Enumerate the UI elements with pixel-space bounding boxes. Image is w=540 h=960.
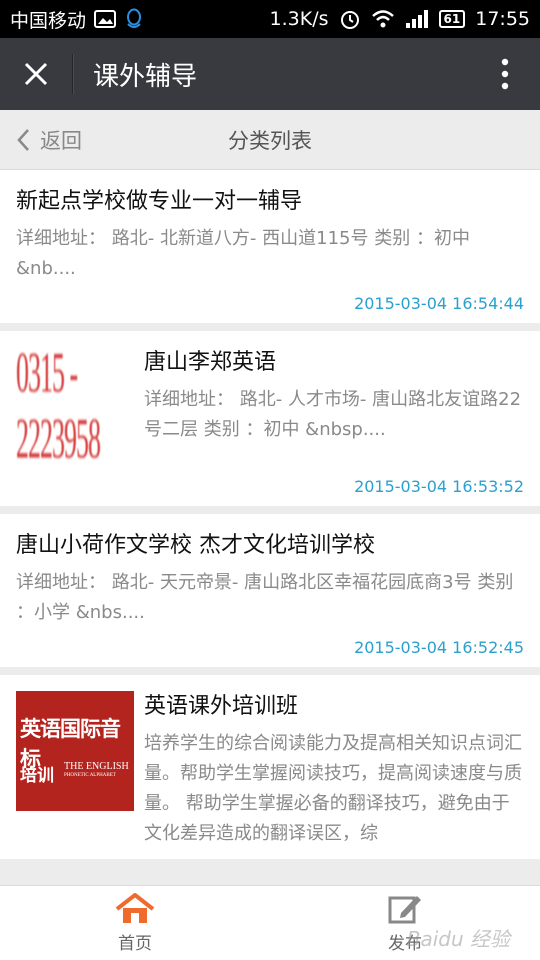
close-button[interactable]	[0, 38, 72, 110]
thumb-english-subtext: PHONETIC ALPHABET	[64, 773, 116, 778]
network-speed: 1.3K/s	[269, 8, 329, 30]
thumb-subheading: 培训	[20, 766, 54, 786]
chevron-left-icon	[17, 128, 29, 151]
item-title: 唐山小荷作文学校 杰才文化培训学校	[16, 533, 375, 558]
baidu-watermark: Baidu 经验	[406, 927, 510, 951]
clock: 17:55	[475, 8, 530, 30]
phone-number-image: 0315 - 2223958	[16, 341, 101, 471]
edit-icon	[388, 895, 421, 923]
thumb-english-text: THE ENGLISH	[64, 761, 129, 772]
home-icon	[115, 892, 155, 923]
status-bar: 中国移动 1.3K/s 61 17:55	[0, 0, 540, 38]
alarm-icon	[339, 8, 361, 30]
more-vertical-icon	[501, 58, 509, 90]
item-timestamp: 2015-03-04 16:52:45	[354, 638, 524, 657]
title-bar: 课外辅导	[0, 38, 540, 110]
sub-navigation: 返回 分类列表	[0, 110, 540, 170]
page-title: 课外辅导	[93, 61, 198, 92]
category-list[interactable]: 新起点学校做专业一对一辅导 详细地址： 路北- 北新道八方- 西山道115号 类…	[0, 170, 540, 886]
english-phonetics-image: 英语国际音标 培训 THE ENGLISH PHONETIC ALPHABET	[16, 691, 134, 811]
tab-home[interactable]: 首页	[0, 886, 270, 960]
more-button[interactable]	[470, 38, 540, 110]
wifi-icon	[371, 9, 395, 29]
item-thumbnail: 0315 - 2223958	[16, 341, 134, 471]
item-title: 英语课外培训班	[144, 694, 299, 719]
image-icon	[94, 10, 117, 28]
list-item[interactable]: 唐山小荷作文学校 杰才文化培训学校 详细地址： 路北- 天元帝景- 唐山路北区幸…	[0, 514, 540, 667]
item-thumbnail: 英语国际音标 培训 THE ENGLISH PHONETIC ALPHABET	[16, 691, 134, 811]
close-icon	[24, 62, 48, 86]
back-button[interactable]: 返回	[0, 125, 82, 155]
list-item[interactable]: 0315 - 2223958 唐山李郑英语 详细地址： 路北- 人才市场- 唐山…	[0, 331, 540, 506]
carrier-label: 中国移动	[10, 9, 87, 32]
qq-icon	[124, 8, 144, 30]
item-description: 详细地址： 路北- 人才市场- 唐山路北友谊路22号二层 类别 ：初中 &nbs…	[144, 389, 522, 440]
battery-icon: 61	[438, 10, 466, 28]
signal-icon	[405, 9, 429, 29]
item-title: 唐山李郑英语	[144, 350, 277, 375]
item-description: 详细地址： 路北- 天元帝景- 唐山路北区幸福花园底商3号 类别 ：小学 &nb…	[16, 572, 514, 623]
item-title: 新起点学校做专业一对一辅导	[16, 189, 303, 214]
back-label: 返回	[40, 128, 82, 153]
tab-home-label: 首页	[118, 933, 152, 954]
list-item[interactable]: 英语国际音标 培训 THE ENGLISH PHONETIC ALPHABET …	[0, 675, 540, 859]
item-description: 培养学生的综合阅读能力及提高相关知识点词汇量。帮助学生掌握阅读技巧，提高阅读速度…	[144, 733, 522, 844]
